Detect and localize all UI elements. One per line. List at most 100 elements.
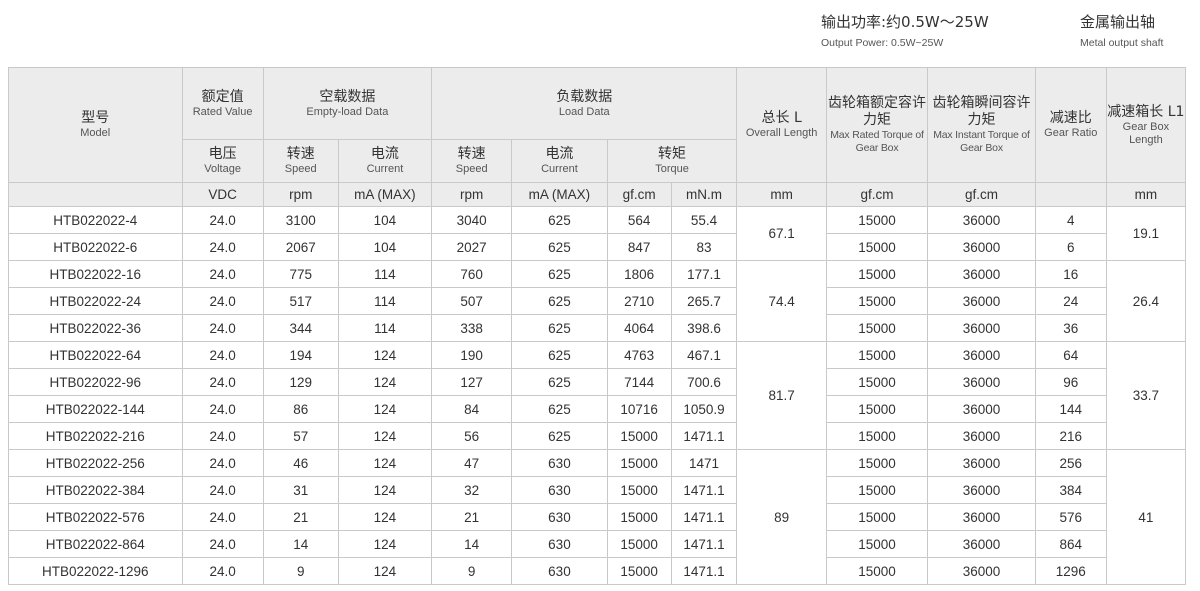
- cell-l-current: 625: [511, 368, 608, 396]
- cell-model: HTB022022-6: [8, 233, 183, 261]
- cell-instant-torque: 36000: [927, 233, 1036, 261]
- cell-v: 24.0: [181, 395, 264, 423]
- cell-mnm: 1471.1: [670, 503, 738, 531]
- cell-v: 24.0: [181, 557, 264, 585]
- spec-table-body: HTB022022-4 24.0 3100 104 3040 625 564 55.4 67.1…: [8, 206, 1187, 585]
- table-row: HTB022022-4 24.0 3100 104 3040 625 564 55.4 67.1…: [8, 206, 1187, 261]
- unit-cell: mm: [1105, 182, 1187, 207]
- cell-v: 24.0: [181, 530, 264, 558]
- shaft-subtitle: Metal output shaft: [1080, 37, 1164, 49]
- cell-mnm: 1050.9: [670, 395, 738, 423]
- cell-l-current: 625: [511, 287, 608, 315]
- output-power-title: 输出功率:约0.5W～25W: [821, 13, 989, 31]
- cell-nl-speed: 194: [262, 341, 339, 369]
- cell-mnm: 1471.1: [670, 530, 738, 558]
- cell-nl-current: 124: [337, 530, 433, 558]
- cell-v: 24.0: [181, 422, 264, 450]
- cell-nl-current: 104: [337, 233, 433, 261]
- cell-gfcm: 15000: [606, 476, 672, 504]
- unit-cell: rpm: [431, 182, 513, 207]
- header-empty-speed: 转速 Speed: [262, 139, 339, 183]
- table-row: HTB022022-96 24.0 129 124 127 625 7144 700.6 150…: [8, 368, 1186, 396]
- cell-rated-torque: 15000: [825, 395, 929, 423]
- cell-l-current: 625: [511, 341, 608, 369]
- header-model: 型号 Model: [8, 67, 183, 183]
- cell-rated-torque: 15000: [825, 368, 929, 396]
- table-row: HTB022022-36 24.0 344 114 338 625 4064 398.6 150…: [8, 314, 1186, 342]
- header-overall-length: 总长 L Overall Length: [736, 67, 827, 183]
- cell-v: 24.0: [181, 206, 264, 234]
- cell-l-speed: 14: [431, 530, 513, 558]
- table-row: HTB022022-864 24.0 14 124 14 630 15000 1471.1 15…: [8, 530, 1186, 558]
- cell-ratio: 384: [1034, 476, 1107, 504]
- cell-instant-torque: 36000: [927, 395, 1036, 423]
- unit-cell: mN.m: [670, 182, 738, 207]
- cell-v: 24.0: [181, 503, 264, 531]
- cell-ratio: 1296: [1034, 557, 1107, 585]
- cell-mnm: 1471.1: [670, 422, 738, 450]
- table-row: HTB022022-216 24.0 57 124 56 625 15000 1471.1 15…: [8, 422, 1186, 450]
- cell-l-speed: 2027: [431, 233, 513, 261]
- table-row: HTB022022-24 24.0 517 114 507 625 2710 265.7 150…: [8, 287, 1186, 315]
- cell-l-speed: 9: [431, 557, 513, 585]
- cell-l-current: 625: [511, 314, 608, 342]
- cell-mnm: 1471.1: [670, 476, 738, 504]
- cell-model: HTB022022-864: [8, 530, 183, 558]
- cell-rated-torque: 15000: [825, 260, 929, 288]
- cell-model: HTB022022-16: [8, 260, 183, 288]
- table-row: HTB022022-1296 24.0 9 124 9 630 15000 1471.1 150…: [8, 557, 1186, 585]
- cell-gear-box-length: 19.1: [1105, 206, 1187, 261]
- cell-rated-torque: 15000: [825, 314, 929, 342]
- unit-cell: gf.cm: [825, 182, 929, 207]
- cell-instant-torque: 36000: [927, 503, 1036, 531]
- cell-model: HTB022022-4: [8, 206, 183, 234]
- cell-v: 24.0: [181, 449, 264, 477]
- cell-l-speed: 56: [431, 422, 513, 450]
- cell-model: HTB022022-64: [8, 341, 183, 369]
- cell-overall-length: 89: [736, 449, 827, 585]
- header-gear-box-length: 减速箱长 L1 Gear Box Length: [1105, 67, 1187, 183]
- cell-instant-torque: 36000: [927, 260, 1036, 288]
- cell-instant-torque: 36000: [927, 422, 1036, 450]
- cell-model: HTB022022-576: [8, 503, 183, 531]
- table-row: HTB022022-16 24.0 775 114 760 625 1806 177.1 74.…: [8, 260, 1187, 342]
- cell-nl-speed: 46: [262, 449, 339, 477]
- header-empty-load: 空载数据 Empty-load Data: [262, 67, 433, 140]
- cell-instant-torque: 36000: [927, 368, 1036, 396]
- cell-ratio: 576: [1034, 503, 1107, 531]
- cell-l-current: 625: [511, 422, 608, 450]
- cell-l-speed: 47: [431, 449, 513, 477]
- unit-cell: mA (MAX): [337, 182, 433, 207]
- table-row: HTB022022-384 24.0 31 124 32 630 15000 1471.1 15…: [8, 476, 1186, 504]
- cell-nl-current: 124: [337, 395, 433, 423]
- unit-cell: rpm: [262, 182, 339, 207]
- cell-ratio: 16: [1034, 260, 1107, 288]
- cell-gfcm: 7144: [606, 368, 672, 396]
- cell-l-speed: 760: [431, 260, 513, 288]
- units-row: VDC rpm mA (MAX) rpm mA (MAX) gf.cm mN.m…: [8, 182, 1187, 207]
- cell-nl-speed: 129: [262, 368, 339, 396]
- header-gear-ratio: 减速比 Gear Ratio: [1034, 67, 1107, 183]
- header-rated-value: 额定值 Rated Value: [181, 67, 264, 140]
- cell-l-current: 630: [511, 557, 608, 585]
- cell-nl-current: 124: [337, 449, 433, 477]
- cell-nl-current: 114: [337, 287, 433, 315]
- cell-v: 24.0: [181, 314, 264, 342]
- cell-instant-torque: 36000: [927, 341, 1036, 369]
- cell-nl-current: 124: [337, 341, 433, 369]
- unit-cell: gf.cm: [927, 182, 1036, 207]
- cell-ratio: 36: [1034, 314, 1107, 342]
- cell-l-speed: 3040: [431, 206, 513, 234]
- cell-nl-speed: 3100: [262, 206, 339, 234]
- cell-instant-torque: 36000: [927, 476, 1036, 504]
- cell-gfcm: 1806: [606, 260, 672, 288]
- cell-nl-current: 114: [337, 314, 433, 342]
- header-load-data: 负载数据 Load Data: [431, 67, 738, 140]
- cell-l-speed: 32: [431, 476, 513, 504]
- cell-rated-torque: 15000: [825, 206, 929, 234]
- cell-gfcm: 15000: [606, 557, 672, 585]
- cell-gear-box-length: 26.4: [1105, 260, 1187, 342]
- cell-gfcm: 15000: [606, 530, 672, 558]
- cell-v: 24.0: [181, 260, 264, 288]
- cell-ratio: 256: [1034, 449, 1107, 477]
